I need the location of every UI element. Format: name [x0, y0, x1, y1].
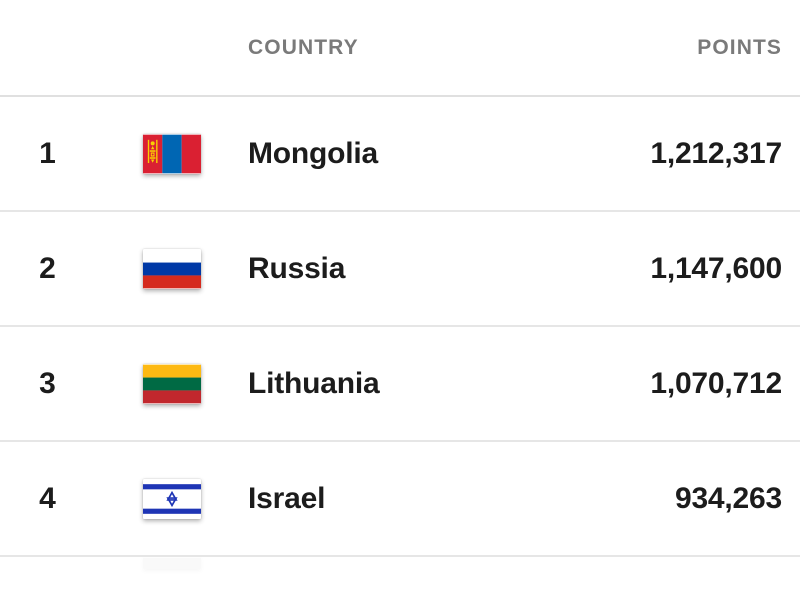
cell-rank: 2 — [0, 251, 95, 285]
leaderboard-table: COUNTRY POINTS 1 Mongolia 1,212,317 2 Ru… — [0, 0, 800, 600]
cell-rank: 4 — [0, 481, 95, 515]
cell-country: Israel — [248, 481, 540, 515]
flag-russia-icon — [142, 248, 201, 289]
points-value: 1,070,712 — [650, 366, 782, 400]
points-value: 1,212,317 — [650, 136, 782, 170]
country-name: Lithuania — [248, 366, 380, 400]
cell-country: Mongolia — [248, 136, 540, 170]
header-label-country: COUNTRY — [248, 35, 359, 59]
cell-country: Russia — [248, 251, 540, 285]
points-value: 1,147,600 — [650, 251, 782, 285]
header-label-points: POINTS — [697, 35, 782, 59]
cell-flag — [95, 557, 248, 569]
header-cell-country[interactable]: COUNTRY — [248, 36, 540, 60]
country-name: Russia — [248, 251, 346, 285]
cell-flag — [95, 363, 248, 404]
country-name: Israel — [248, 481, 326, 515]
rank-number: 3 — [39, 366, 56, 400]
cell-points: 934,263 — [540, 481, 800, 515]
header-cell-points[interactable]: POINTS — [540, 36, 800, 60]
flag-israel-icon — [142, 478, 201, 519]
table-row[interactable]: 3 Lithuania 1,070,712 — [0, 327, 800, 442]
table-header-row: COUNTRY POINTS — [0, 0, 800, 97]
rank-number: 4 — [39, 481, 56, 515]
cell-points: 1,212,317 — [540, 136, 800, 170]
cell-rank: 3 — [0, 366, 95, 400]
flag-partial-icon — [142, 557, 201, 569]
points-value: 934,263 — [674, 481, 782, 515]
table-row[interactable]: 4 Israel 934,263 — [0, 442, 800, 557]
table-row[interactable] — [0, 557, 800, 593]
cell-flag — [95, 248, 248, 289]
rank-number: 1 — [39, 136, 56, 170]
table-row[interactable]: 1 Mongolia 1,212,317 — [0, 97, 800, 212]
flag-lithuania-icon — [142, 363, 201, 404]
cell-flag — [95, 133, 248, 174]
flag-mongolia-icon — [142, 133, 201, 174]
table-row[interactable]: 2 Russia 1,147,600 — [0, 212, 800, 327]
cell-rank: 1 — [0, 136, 95, 170]
cell-points: 1,070,712 — [540, 366, 800, 400]
cell-points: 1,147,600 — [540, 251, 800, 285]
country-name: Mongolia — [248, 136, 379, 170]
cell-country: Lithuania — [248, 366, 540, 400]
cell-flag — [95, 478, 248, 519]
rank-number: 2 — [39, 251, 56, 285]
